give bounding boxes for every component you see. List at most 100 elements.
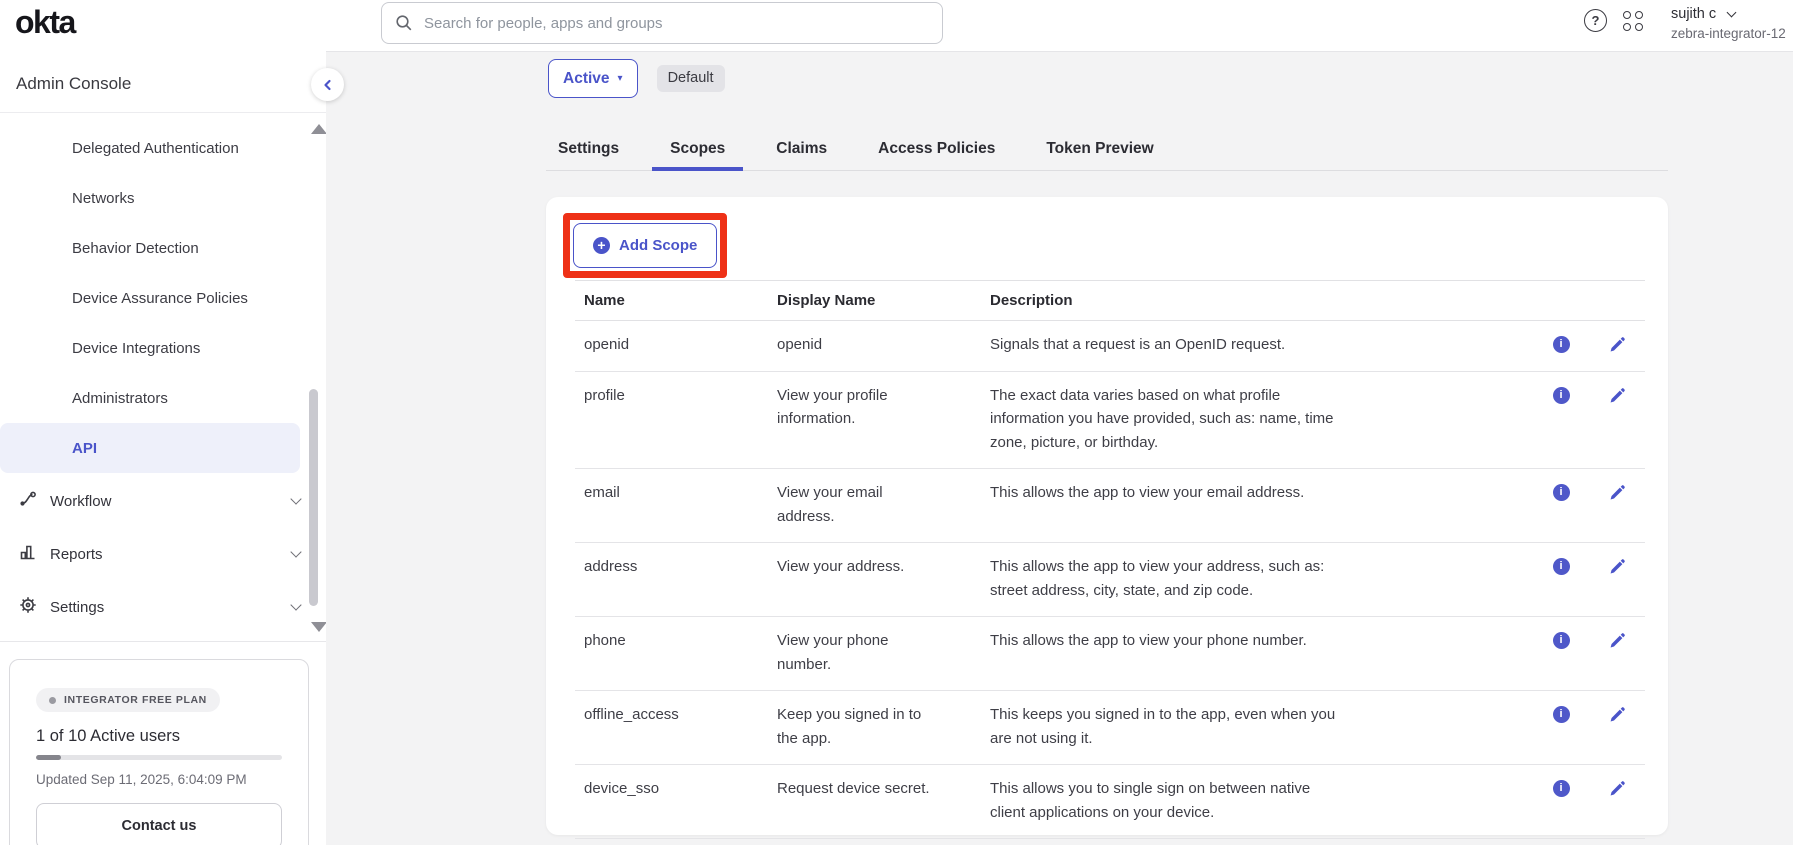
sidebar-item-workflow[interactable]: Workflow bbox=[0, 476, 326, 526]
table-body: openidopenidSignals that a request is an… bbox=[575, 321, 1645, 839]
workflow-icon bbox=[18, 489, 38, 513]
scope-display-name-cell: View your address. bbox=[777, 555, 990, 602]
main-content: Active ▾ Default Settings Scopes Claims Acc… bbox=[326, 52, 1793, 845]
sidebar-item-api[interactable]: API bbox=[0, 423, 300, 473]
sidebar-nav: Delegated AuthenticationNetworksBehavior… bbox=[0, 112, 326, 642]
table-row-email: emailView your email address.This allows… bbox=[575, 469, 1645, 543]
info-icon-button[interactable]: i bbox=[1553, 558, 1570, 575]
edit-pencil-button[interactable] bbox=[1609, 706, 1626, 723]
scope-description-cell: This allows the app to view your email a… bbox=[990, 481, 1533, 528]
okta-logo: okta bbox=[15, 4, 75, 41]
scope-name-cell: address bbox=[575, 555, 777, 602]
sidebar-item-device-assurance-policies[interactable]: Device Assurance Policies bbox=[0, 273, 300, 323]
bar-chart-icon bbox=[18, 542, 38, 566]
plan-badge: INTEGRATOR FREE PLAN bbox=[36, 688, 220, 712]
info-icon-button[interactable]: i bbox=[1553, 632, 1570, 649]
chevron-down-icon bbox=[290, 546, 301, 557]
plan-usage-text: 1 of 10 Active users bbox=[36, 727, 282, 746]
sidebar-item-reports[interactable]: Reports bbox=[0, 529, 326, 579]
pencil-icon bbox=[1609, 706, 1626, 723]
plan-badge-label: INTEGRATOR FREE PLAN bbox=[64, 694, 207, 706]
scope-name-cell: email bbox=[575, 481, 777, 528]
chevron-down-icon bbox=[290, 493, 301, 504]
status-row: Active ▾ Default bbox=[548, 59, 725, 98]
edit-pencil-button[interactable] bbox=[1609, 558, 1626, 575]
scope-display-name-cell: Request device secret. bbox=[777, 777, 990, 824]
tab-token-preview[interactable]: Token Preview bbox=[1028, 130, 1171, 171]
pencil-icon bbox=[1609, 632, 1626, 649]
table-row-device-sso: device_ssoRequest device secret.This all… bbox=[575, 765, 1645, 839]
status-label: Active bbox=[563, 70, 610, 88]
apps-grid-icon[interactable] bbox=[1623, 11, 1643, 31]
scope-display-name-cell: View your profile information. bbox=[777, 384, 990, 455]
caret-down-icon: ▾ bbox=[618, 73, 623, 84]
scroll-down-arrow[interactable] bbox=[311, 622, 327, 632]
scope-description-cell: The exact data varies based on what prof… bbox=[990, 384, 1533, 455]
sidebar-collapse-button[interactable] bbox=[311, 68, 344, 101]
scope-description-cell: Signals that a request is an OpenID requ… bbox=[990, 333, 1533, 357]
add-scope-button[interactable]: + Add Scope bbox=[573, 223, 717, 268]
red-highlight-box: + Add Scope bbox=[563, 213, 727, 278]
chevron-left-icon bbox=[321, 78, 335, 92]
sidebar-scrollbar-thumb[interactable] bbox=[309, 389, 318, 606]
sidebar-item-delegated-authentication[interactable]: Delegated Authentication bbox=[0, 123, 300, 173]
scroll-up-arrow[interactable] bbox=[311, 124, 327, 134]
sidebar-item-label: Reports bbox=[50, 546, 280, 563]
table-header: Name Display Name Description bbox=[575, 280, 1645, 321]
scope-display-name-cell: View your email address. bbox=[777, 481, 990, 528]
user-menu[interactable]: sujith c zebra-integrator-12 bbox=[1671, 6, 1793, 41]
table-row-phone: phoneView your phone number.This allows … bbox=[575, 617, 1645, 691]
sidebar-item-settings[interactable]: Settings bbox=[0, 582, 326, 632]
search-input[interactable] bbox=[381, 2, 943, 44]
tab-scopes[interactable]: Scopes bbox=[652, 130, 743, 171]
default-badge: Default bbox=[657, 65, 725, 92]
pencil-icon bbox=[1609, 780, 1626, 797]
edit-pencil-button[interactable] bbox=[1609, 336, 1626, 353]
pencil-icon bbox=[1609, 387, 1626, 404]
column-header-display-name: Display Name bbox=[777, 292, 990, 309]
add-scope-label: Add Scope bbox=[619, 237, 697, 254]
info-icon-button[interactable]: i bbox=[1553, 706, 1570, 723]
pencil-icon bbox=[1609, 558, 1626, 575]
status-dropdown-button[interactable]: Active ▾ bbox=[548, 59, 638, 98]
contact-us-button[interactable]: Contact us bbox=[36, 803, 282, 845]
scope-name-cell: device_sso bbox=[575, 777, 777, 824]
global-search bbox=[381, 2, 943, 44]
edit-pencil-button[interactable] bbox=[1609, 780, 1626, 797]
scope-name-cell: phone bbox=[575, 629, 777, 676]
topbar: ? sujith c zebra-integrator-12 bbox=[326, 0, 1793, 52]
help-icon[interactable]: ? bbox=[1584, 9, 1607, 32]
sidebar-item-behavior-detection[interactable]: Behavior Detection bbox=[0, 223, 300, 273]
chevron-down-icon bbox=[290, 599, 301, 610]
scope-display-name-cell: openid bbox=[777, 333, 990, 357]
info-icon-button[interactable]: i bbox=[1553, 484, 1570, 501]
usage-progress-bar bbox=[36, 755, 282, 760]
info-icon-button[interactable]: i bbox=[1553, 387, 1570, 404]
edit-pencil-button[interactable] bbox=[1609, 632, 1626, 649]
scopes-card: + Add Scope Name Display Name Descriptio… bbox=[546, 197, 1668, 835]
pencil-icon bbox=[1609, 484, 1626, 501]
tab-access-policies[interactable]: Access Policies bbox=[860, 130, 1013, 171]
info-icon-button[interactable]: i bbox=[1553, 336, 1570, 353]
table-row-openid: openidopenidSignals that a request is an… bbox=[575, 321, 1645, 372]
usage-progress-fill bbox=[36, 755, 61, 760]
sidebar-item-networks[interactable]: Networks bbox=[0, 173, 300, 223]
table-row-address: addressView your address.This allows the… bbox=[575, 543, 1645, 617]
sidebar-item-device-integrations[interactable]: Device Integrations bbox=[0, 323, 300, 373]
sidebar: okta Admin Console Delegated Authenticat… bbox=[0, 0, 326, 845]
edit-pencil-button[interactable] bbox=[1609, 387, 1626, 404]
tab-settings[interactable]: Settings bbox=[546, 130, 637, 171]
scopes-table: Name Display Name Description openidopen… bbox=[575, 280, 1645, 839]
sidebar-item-administrators[interactable]: Administrators bbox=[0, 373, 300, 423]
search-icon bbox=[395, 14, 413, 32]
sidebar-sub-items: Delegated AuthenticationNetworksBehavior… bbox=[0, 123, 326, 473]
console-title: Admin Console bbox=[16, 74, 131, 94]
tab-claims[interactable]: Claims bbox=[758, 130, 845, 171]
plan-status-dot-icon bbox=[49, 697, 56, 704]
pencil-icon bbox=[1609, 336, 1626, 353]
scope-display-name-cell: Keep you signed in to the app. bbox=[777, 703, 990, 750]
column-header-description: Description bbox=[990, 292, 1533, 309]
scope-description-cell: This allows the app to view your phone n… bbox=[990, 629, 1533, 676]
edit-pencil-button[interactable] bbox=[1609, 484, 1626, 501]
info-icon-button[interactable]: i bbox=[1553, 780, 1570, 797]
